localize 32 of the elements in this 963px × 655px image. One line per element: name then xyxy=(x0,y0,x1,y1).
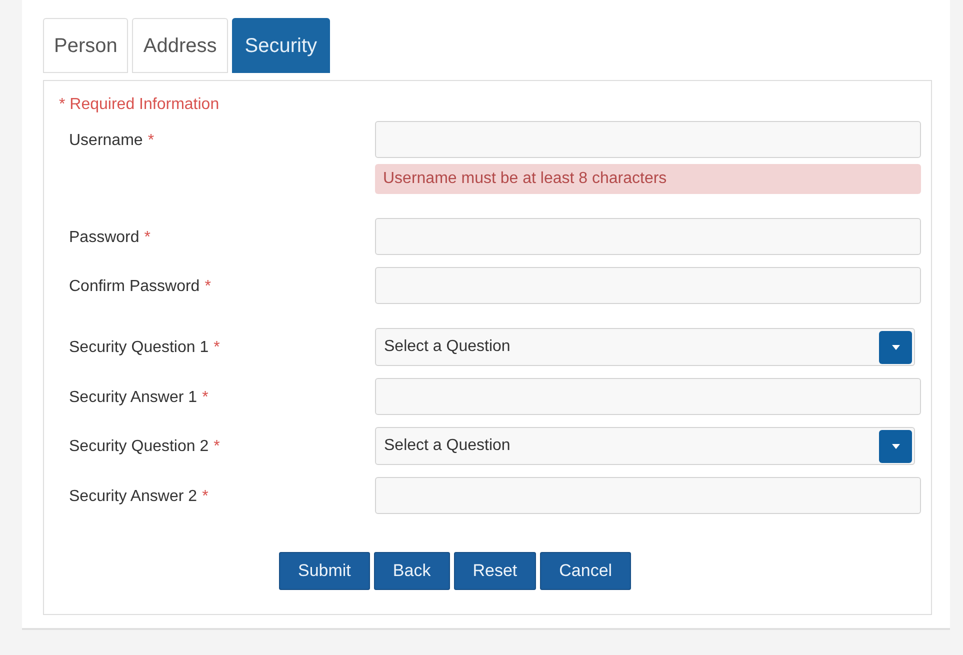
form-button[interactable]: Back xyxy=(374,552,450,590)
form-button[interactable]: Reset xyxy=(454,552,536,590)
input-field[interactable] xyxy=(375,477,921,514)
tab[interactable]: Address xyxy=(132,18,228,73)
field-label: Security Answer 1 xyxy=(69,389,198,406)
tab[interactable]: Security xyxy=(232,18,330,73)
select-field[interactable]: Select a Question xyxy=(375,427,915,465)
required-mark: * xyxy=(204,278,211,295)
input-field[interactable] xyxy=(375,121,921,158)
field-label: Security Question 2 xyxy=(69,438,209,455)
required-mark: * xyxy=(148,132,154,149)
input-field[interactable] xyxy=(375,218,921,255)
required-note: * Required Information xyxy=(59,95,220,115)
field-label: Username xyxy=(69,132,143,149)
form-button[interactable]: Cancel xyxy=(540,552,632,590)
required-mark: * xyxy=(202,488,208,505)
caret-icon xyxy=(879,330,912,364)
field-label: Security Answer 2 xyxy=(69,488,198,505)
tab[interactable]: Person xyxy=(43,18,128,73)
required-mark: * xyxy=(214,339,220,356)
field-label: Security Question 1 xyxy=(69,339,209,356)
required-mark: * xyxy=(202,389,208,406)
field-label: Confirm Password xyxy=(69,278,200,295)
select-field[interactable]: Select a Question xyxy=(375,328,915,366)
field-label: Password xyxy=(69,229,140,246)
caret-icon xyxy=(879,430,912,462)
form-button[interactable]: Submit xyxy=(279,552,370,590)
required-mark: * xyxy=(214,438,220,455)
input-field[interactable] xyxy=(375,378,921,415)
input-field[interactable] xyxy=(375,267,921,304)
error-message: Username must be at least 8 characters xyxy=(375,164,921,194)
required-mark: * xyxy=(144,229,150,246)
